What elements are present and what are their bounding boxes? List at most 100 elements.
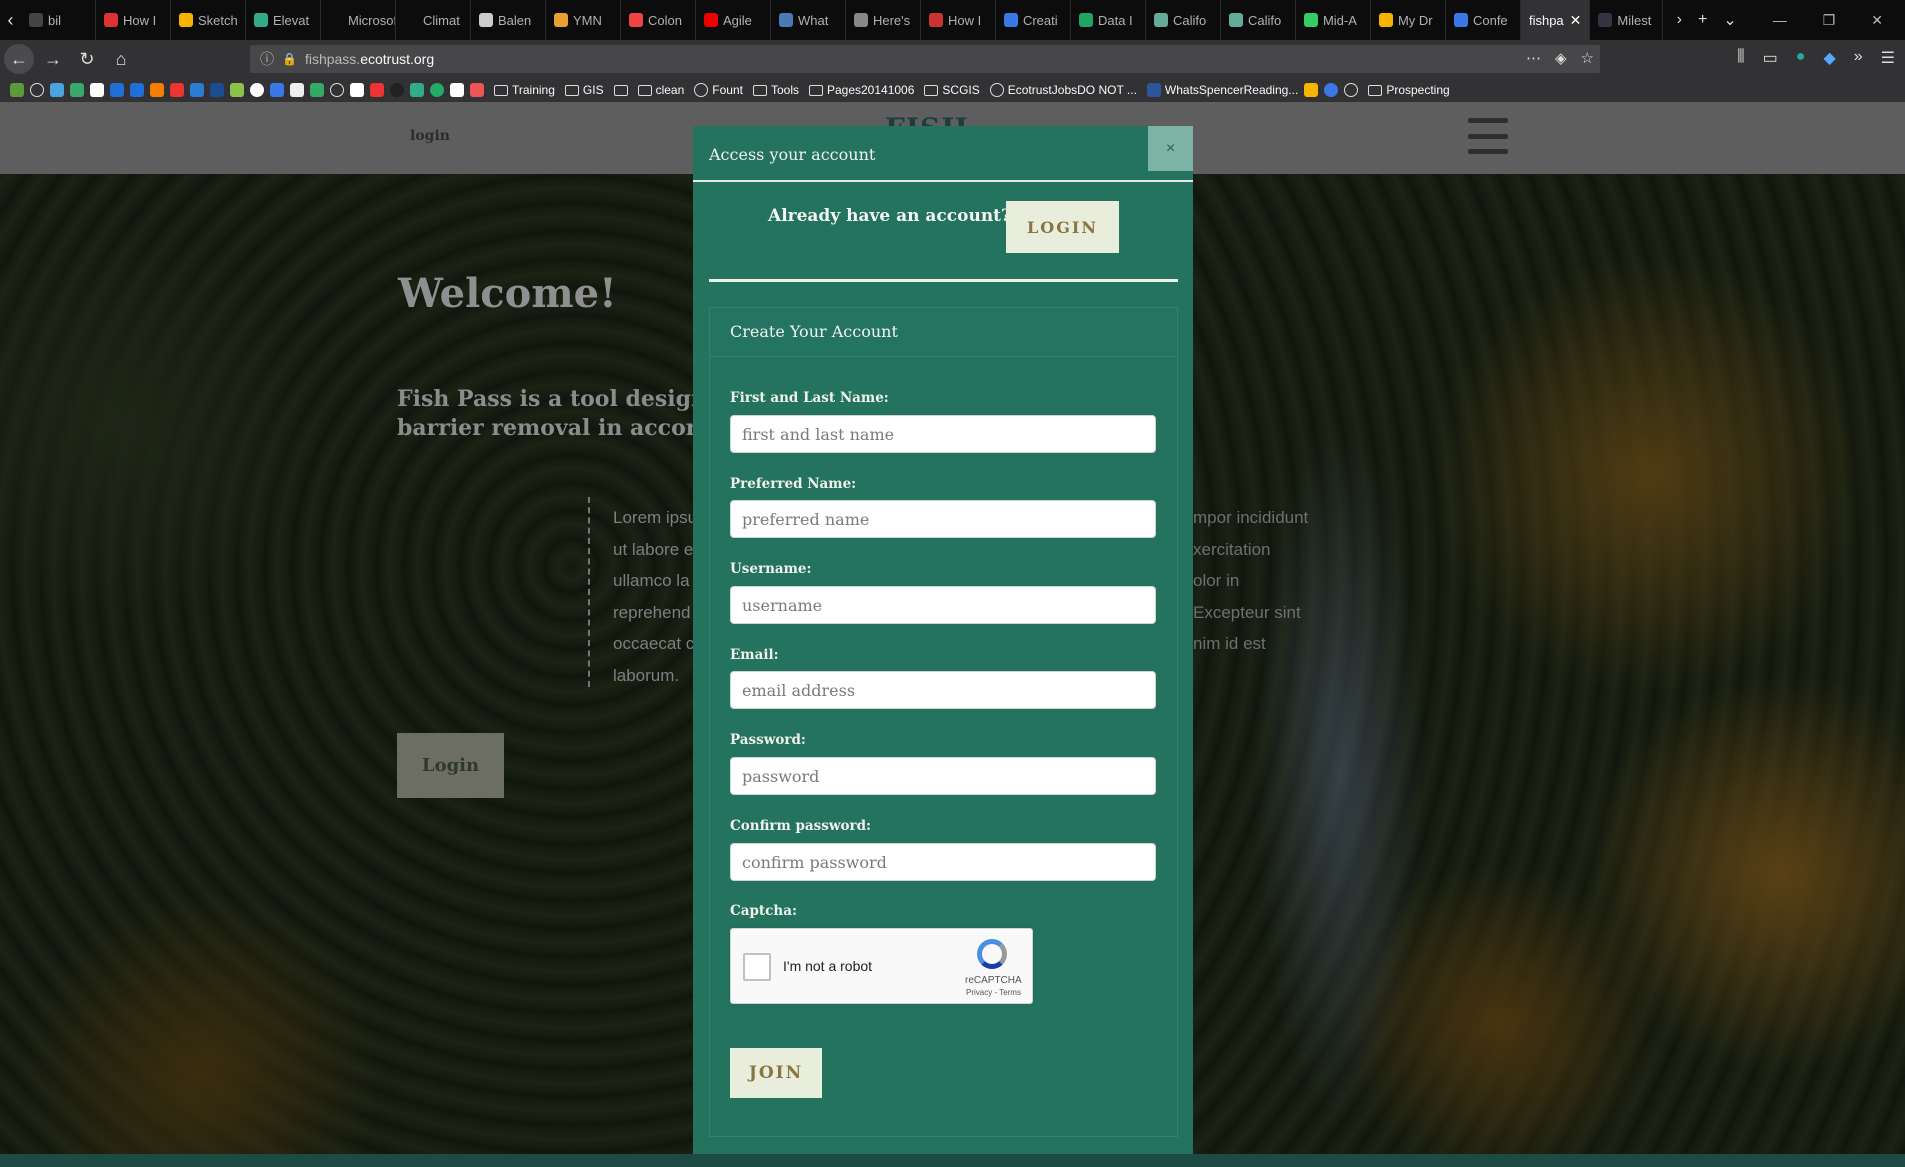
bookmark-spencer-reading[interactable]: WhatsSpencerReading...	[1146, 83, 1298, 97]
github-icon[interactable]	[390, 83, 404, 97]
bookmark-folder-clean[interactable]: clean	[637, 83, 684, 97]
bookmark-icon[interactable]	[310, 83, 324, 97]
chevron-right-icon[interactable]: ›	[1677, 11, 1682, 29]
bookmark-folder-pages[interactable]: Pages20141006	[808, 83, 914, 97]
page-login-button[interactable]: Login	[397, 733, 504, 798]
tab[interactable]: Mid-A	[1296, 0, 1371, 40]
url-bar[interactable]: ⓘ 🔒 fishpass. ecotrust.org ⋯ ◈ ☆	[250, 45, 1600, 73]
insecure-lock-icon[interactable]: 🔒	[282, 52, 297, 66]
globe-icon[interactable]	[330, 83, 344, 97]
bookmark-icon[interactable]	[130, 83, 144, 97]
confirm-password-input[interactable]	[730, 843, 1156, 881]
modal-login-button[interactable]: LOGIN	[1006, 201, 1119, 253]
forward-icon[interactable]: →	[38, 44, 68, 74]
bookmark-folder-tools[interactable]: Tools	[752, 83, 799, 97]
bookmark-icon[interactable]	[270, 83, 284, 97]
tab[interactable]: bil	[21, 0, 96, 40]
restore-icon[interactable]: ❐	[1823, 12, 1836, 29]
bookmark-icon[interactable]	[210, 83, 224, 97]
extension-icon[interactable]: ●	[1796, 48, 1806, 68]
download-arrow-icon[interactable]	[450, 83, 464, 97]
bookmark-icon[interactable]	[230, 83, 244, 97]
close-icon[interactable]: ×	[1148, 126, 1193, 171]
bookmark-fount[interactable]: Fount	[694, 83, 743, 97]
tab[interactable]: How I	[96, 0, 171, 40]
bookmark-folder-gis[interactable]: GIS	[564, 83, 604, 97]
bookmark-icon[interactable]	[370, 83, 384, 97]
bookmark-folder-training[interactable]: Training	[494, 83, 555, 97]
bookmark-icon[interactable]	[50, 83, 64, 97]
info-icon[interactable]	[1344, 83, 1359, 97]
tab[interactable]: Sketch	[171, 0, 246, 40]
bookmark-folder-prospecting[interactable]: Prospecting	[1368, 83, 1450, 97]
text-line: Excepteur sint	[1193, 602, 1301, 622]
tab[interactable]: Colon	[621, 0, 696, 40]
back-icon[interactable]: ←	[4, 44, 34, 74]
bookmark-icon[interactable]	[190, 83, 204, 97]
bookmark-icon[interactable]	[10, 83, 24, 97]
tab[interactable]: YMN	[546, 0, 621, 40]
tab[interactable]: Agile	[696, 0, 771, 40]
tab[interactable]: Data I	[1071, 0, 1146, 40]
wikipedia-icon[interactable]	[290, 83, 304, 97]
captcha-terms-link[interactable]: Privacy - Terms	[966, 988, 1021, 997]
bookmark-icon[interactable]	[70, 83, 84, 97]
bookmark-icon[interactable]	[430, 83, 444, 97]
tab[interactable]: Here's	[846, 0, 921, 40]
bookmark-icon[interactable]	[470, 83, 484, 97]
tab-active[interactable]: fishpa ✕	[1520, 0, 1591, 40]
tab[interactable]: What	[771, 0, 846, 40]
name-input[interactable]	[730, 415, 1156, 453]
preferred-name-input[interactable]	[730, 500, 1156, 538]
info-icon[interactable]: ⓘ	[260, 49, 274, 69]
tab[interactable]: Creati	[996, 0, 1071, 40]
menu-icon[interactable]: ☰	[1881, 48, 1895, 68]
bookmark-icon[interactable]	[110, 83, 124, 97]
bookmark-icon[interactable]	[150, 83, 164, 97]
bookmark-icon[interactable]	[1304, 83, 1319, 97]
password-input[interactable]	[730, 757, 1156, 795]
tab[interactable]: Califo	[1146, 0, 1221, 40]
tab[interactable]: Milest	[1590, 0, 1663, 40]
overflow-icon[interactable]: »	[1854, 48, 1863, 68]
username-input[interactable]	[730, 586, 1156, 624]
header-login-link[interactable]: login	[410, 128, 450, 144]
welcome-heading: Welcome!	[398, 270, 617, 317]
bookmark-folder-scgis[interactable]: SCGIS	[924, 83, 980, 97]
home-icon[interactable]: ⌂	[106, 44, 136, 74]
bookmark-ecotrust-jobs[interactable]: EcotrustJobsDO NOT ...	[989, 83, 1137, 97]
new-tab-icon[interactable]: +	[1698, 11, 1707, 29]
bookmark-folder[interactable]	[613, 84, 628, 96]
more-actions-icon[interactable]: ⋯	[1526, 49, 1541, 67]
tab[interactable]: Microsoft	[321, 0, 396, 40]
library-icon[interactable]: ⫼	[1737, 48, 1744, 68]
reload-icon[interactable]: ↻	[72, 44, 102, 74]
bookmark-icon[interactable]	[350, 83, 364, 97]
tab[interactable]: Balen	[471, 0, 546, 40]
sidebar-icon[interactable]: ▭	[1763, 48, 1778, 68]
tab[interactable]: How I	[921, 0, 996, 40]
chevron-down-icon[interactable]: ⌄	[1723, 10, 1736, 30]
join-button[interactable]: JOIN	[730, 1048, 822, 1098]
bookmark-icon[interactable]	[1324, 83, 1339, 97]
close-tab-icon[interactable]: ✕	[1570, 12, 1582, 29]
extension-icon[interactable]: ◆	[1823, 48, 1835, 68]
hamburger-menu-icon[interactable]	[1468, 118, 1508, 154]
email-input[interactable]	[730, 671, 1156, 709]
bookmark-star-icon[interactable]: ☆	[1581, 49, 1594, 67]
close-window-icon[interactable]: ✕	[1871, 12, 1883, 29]
tab[interactable]: Elevat	[246, 0, 321, 40]
tab[interactable]: My Dr	[1371, 0, 1446, 40]
bookmark-icon[interactable]	[90, 83, 104, 97]
tab[interactable]: Climat	[396, 0, 471, 40]
captcha-checkbox[interactable]	[743, 953, 771, 981]
tab[interactable]: Confe	[1446, 0, 1521, 40]
minimize-icon[interactable]: —	[1773, 12, 1787, 28]
google-icon[interactable]	[250, 83, 264, 97]
globe-icon[interactable]	[30, 83, 44, 97]
bookmark-icon[interactable]	[170, 83, 184, 97]
bookmark-icon[interactable]	[410, 83, 424, 97]
scroll-tabs-left-icon[interactable]: ‹	[0, 0, 21, 40]
tab[interactable]: Califo	[1221, 0, 1296, 40]
pocket-icon[interactable]: ◈	[1555, 49, 1567, 67]
